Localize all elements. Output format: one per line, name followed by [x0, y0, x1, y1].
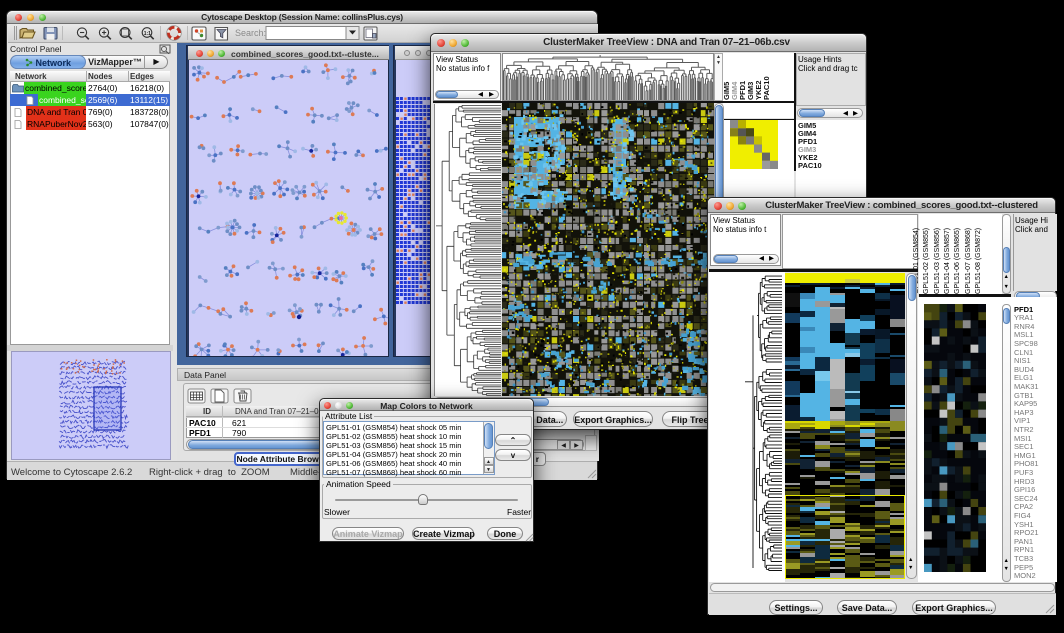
svg-text:Search:: Search: [235, 28, 266, 38]
svg-text:1:1: 1:1 [144, 31, 151, 37]
